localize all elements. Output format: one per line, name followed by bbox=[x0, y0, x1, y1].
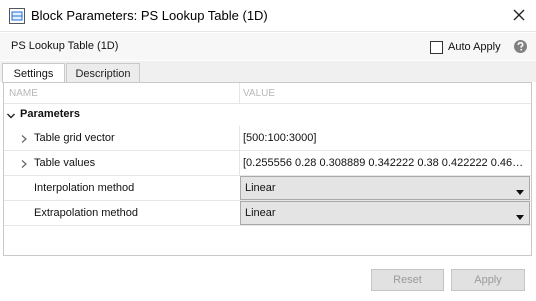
apply-button[interactable]: Apply bbox=[451, 269, 525, 291]
select-value: Linear bbox=[245, 182, 276, 194]
parameter-name-cell: Table values bbox=[4, 151, 239, 175]
auto-apply-label: Auto Apply bbox=[448, 41, 501, 53]
tab-bar: Settings Description bbox=[0, 61, 536, 83]
auto-apply-checkbox[interactable] bbox=[430, 40, 443, 54]
dropdown-arrow-icon bbox=[515, 210, 525, 220]
parameters-panel: NAME VALUE Parameters Table grid vector … bbox=[3, 82, 532, 256]
column-divider bbox=[239, 126, 240, 150]
block-header: PS Lookup Table (1D) Auto Apply bbox=[0, 33, 536, 60]
parameter-label: Table grid vector bbox=[34, 132, 115, 144]
parameter-name-cell: Extrapolation method bbox=[4, 201, 239, 225]
parameter-row-extrapolation-method: Extrapolation method Linear bbox=[4, 201, 531, 226]
dropdown-arrow-icon bbox=[515, 185, 525, 195]
chevron-down-icon[interactable] bbox=[6, 110, 16, 120]
column-divider bbox=[239, 83, 240, 104]
group-label: Parameters bbox=[20, 108, 80, 120]
block-name: PS Lookup Table (1D) bbox=[11, 40, 119, 52]
close-icon bbox=[513, 9, 525, 24]
parameter-row-table-grid-vector: Table grid vector [500:100:3000] bbox=[4, 126, 531, 151]
tab-description[interactable]: Description bbox=[66, 63, 140, 83]
parameter-name-cell: Interpolation method bbox=[4, 176, 239, 200]
window-title: Block Parameters: PS Lookup Table (1D) bbox=[31, 8, 268, 23]
column-header-value: VALUE bbox=[243, 88, 276, 99]
parameter-label: Interpolation method bbox=[34, 182, 135, 194]
parameter-row-interpolation-method: Interpolation method Linear bbox=[4, 176, 531, 201]
help-icon[interactable] bbox=[514, 40, 527, 53]
table-grid-vector-field[interactable]: [500:100:3000] bbox=[243, 132, 529, 144]
extrapolation-method-select[interactable]: Linear bbox=[240, 201, 530, 225]
select-value: Linear bbox=[245, 207, 276, 219]
column-divider bbox=[239, 151, 240, 175]
reset-button[interactable]: Reset bbox=[371, 269, 444, 291]
tab-settings[interactable]: Settings bbox=[2, 63, 65, 83]
interpolation-method-select[interactable]: Linear bbox=[240, 176, 530, 200]
chevron-right-icon[interactable] bbox=[20, 158, 28, 168]
parameters-group-header[interactable]: Parameters bbox=[4, 104, 531, 126]
table-values-field[interactable]: [0.255556 0.28 0.308889 0.342222 0.38 0.… bbox=[243, 157, 529, 169]
auto-apply-toggle[interactable]: Auto Apply bbox=[430, 39, 501, 55]
parameter-label: Extrapolation method bbox=[34, 207, 138, 219]
close-button[interactable] bbox=[506, 4, 532, 28]
column-header: NAME VALUE bbox=[4, 83, 531, 104]
parameter-name-cell: Table grid vector bbox=[4, 126, 239, 150]
parameter-label: Table values bbox=[34, 157, 96, 169]
parameter-row-table-values: Table values [0.255556 0.28 0.308889 0.3… bbox=[4, 151, 531, 176]
chevron-right-icon[interactable] bbox=[20, 133, 28, 143]
title-bar: Block Parameters: PS Lookup Table (1D) bbox=[0, 0, 536, 32]
matlab-block-icon bbox=[9, 8, 25, 24]
column-header-name: NAME bbox=[9, 88, 38, 99]
